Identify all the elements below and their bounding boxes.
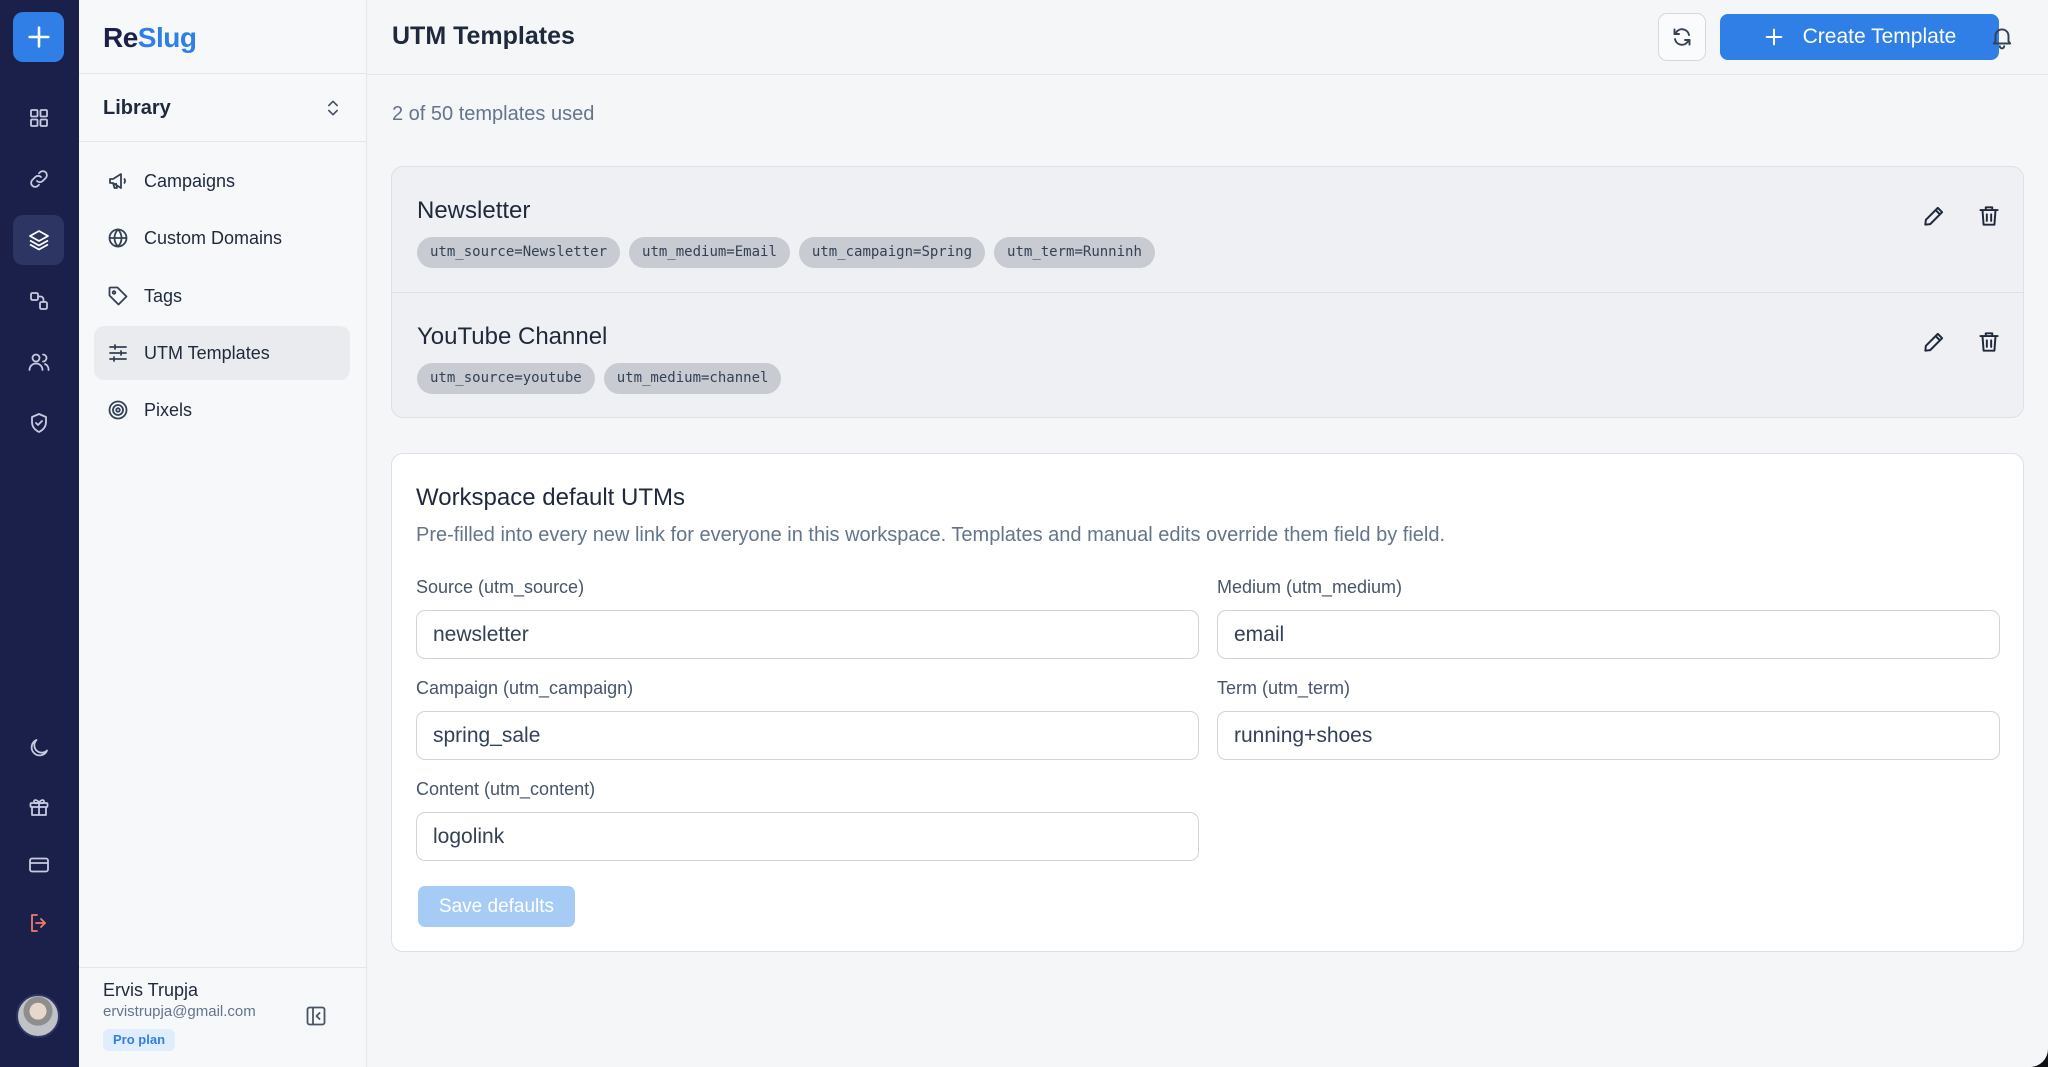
page-title: UTM Templates	[392, 22, 575, 50]
plus-icon	[27, 26, 50, 48]
utm-source-field[interactable]	[416, 610, 1199, 659]
divider	[79, 967, 367, 968]
pencil-icon	[1924, 206, 1944, 226]
template-usage-text: 2 of 50 templates used	[392, 103, 595, 125]
rail-logout-button[interactable]	[13, 898, 64, 948]
library-sidebar: ReSlug Library Campaigns Custom Domains …	[79, 0, 367, 1067]
sidebar-item-custom-domains[interactable]: Custom Domains	[94, 211, 350, 265]
divider	[79, 141, 367, 142]
pencil-icon	[1924, 332, 1944, 352]
new-link-button[interactable]	[13, 12, 64, 62]
sidebar-item-label: Pixels	[144, 399, 193, 420]
moon-icon	[30, 739, 48, 757]
utm-param-chip: utm_source=Newsletter	[417, 237, 621, 268]
avatar[interactable]	[16, 994, 60, 1038]
rail-library-button[interactable]	[13, 215, 64, 265]
sliders-icon	[109, 344, 127, 362]
source-field-label: Source (utm_source)	[416, 577, 585, 597]
utm-param-list: utm_source=Newsletter utm_medium=Email u…	[417, 237, 1155, 268]
template-name: Newsletter	[417, 197, 531, 224]
logout-icon	[30, 914, 46, 932]
content-field-label: Content (utm_content)	[416, 779, 596, 799]
section-description: Pre-filled into every new link for every…	[416, 524, 1446, 546]
sidebar-item-label: UTM Templates	[144, 342, 270, 363]
refresh-button[interactable]	[1658, 13, 1706, 61]
rail-team-button[interactable]	[13, 337, 64, 387]
trash-icon	[1979, 206, 1999, 226]
library-switcher-label: Library	[103, 96, 171, 119]
sidebar-item-label: Campaigns	[144, 170, 236, 191]
sidebar-item-campaigns[interactable]: Campaigns	[94, 154, 350, 208]
chevron-up-down-icon	[328, 100, 338, 116]
brand-part-re: Re	[103, 22, 138, 53]
rail-dashboard-button[interactable]	[13, 93, 64, 143]
bell-icon[interactable]	[1989, 24, 2015, 50]
utm-term-field[interactable]	[1217, 711, 2000, 760]
rail-links-button[interactable]	[13, 154, 64, 204]
plan-badge: Pro plan	[103, 1029, 176, 1051]
divider	[79, 73, 367, 74]
term-field-label: Term (utm_term)	[1217, 678, 1351, 698]
tag-icon	[108, 286, 128, 306]
library-switcher[interactable]: Library	[103, 88, 343, 128]
plus-icon	[1765, 28, 1782, 46]
utm-param-list: utm_source=youtube utm_medium=channel	[417, 363, 782, 394]
utm-param-chip: utm_campaign=Spring	[798, 237, 986, 268]
rail-integrations-button[interactable]	[13, 276, 64, 326]
shield-icon	[30, 413, 47, 433]
campaign-field-label: Campaign (utm_campaign)	[416, 678, 634, 698]
link-icon	[29, 170, 48, 188]
utm-param-chip: utm_term=Runninh	[994, 237, 1155, 268]
app-rail	[0, 0, 79, 1067]
user-name: Ervis Trupja	[103, 980, 199, 1000]
rail-gift-button[interactable]	[13, 782, 64, 832]
megaphone-icon	[109, 173, 126, 189]
medium-field-label: Medium (utm_medium)	[1217, 577, 1403, 597]
users-icon	[28, 353, 49, 371]
page-header: UTM Templates Create Template	[367, 0, 2048, 75]
section-title: Workspace default UTMs	[416, 484, 685, 511]
sidebar-item-utm-templates[interactable]: UTM Templates	[94, 326, 350, 380]
main-content: UTM Templates Create Template 2 of 50 te…	[367, 0, 2048, 1067]
delete-template-button[interactable]	[1975, 202, 2003, 230]
create-template-label: Create Template	[1802, 25, 1957, 48]
sidebar-item-tags[interactable]: Tags	[94, 269, 350, 323]
dashboard-icon	[29, 109, 48, 127]
gift-icon	[29, 799, 48, 816]
edit-template-button[interactable]	[1920, 202, 1948, 230]
utm-param-chip: utm_medium=channel	[603, 363, 782, 394]
sidebar-item-label: Custom Domains	[144, 227, 283, 248]
target-icon	[108, 400, 128, 420]
credit-card-icon	[28, 857, 49, 873]
globe-icon	[108, 228, 128, 248]
sidebar-item-label: Tags	[144, 285, 183, 306]
utm-param-chip: utm_medium=Email	[629, 237, 790, 268]
rail-billing-button[interactable]	[13, 840, 64, 890]
template-name: YouTube Channel	[417, 323, 608, 350]
user-email: ervistrupja@gmail.com	[103, 1003, 256, 1020]
workspace-defaults-card: Workspace default UTMs Pre-filled into e…	[391, 453, 2024, 952]
rail-security-button[interactable]	[13, 398, 64, 448]
sidebar-item-pixels[interactable]: Pixels	[94, 383, 350, 437]
delete-template-button[interactable]	[1975, 328, 2003, 356]
template-row[interactable]: Newsletter utm_source=Newsletter utm_med…	[392, 167, 2023, 292]
utm-medium-field[interactable]	[1217, 610, 2000, 659]
integrations-icon	[29, 292, 48, 310]
utm-param-chip: utm_source=youtube	[417, 363, 595, 394]
refresh-icon	[1673, 28, 1691, 46]
edit-template-button[interactable]	[1920, 328, 1948, 356]
layers-icon	[28, 230, 49, 251]
template-list: Newsletter utm_source=Newsletter utm_med…	[391, 166, 2024, 418]
rail-theme-button[interactable]	[13, 723, 64, 773]
brand-part-slug: Slug	[137, 22, 197, 53]
template-row[interactable]: YouTube Channel utm_source=youtube utm_m…	[392, 292, 2023, 417]
utm-campaign-field[interactable]	[416, 711, 1199, 760]
save-defaults-button[interactable]: Save defaults	[418, 886, 575, 927]
collapse-sidebar-icon[interactable]	[304, 1004, 328, 1028]
create-template-button[interactable]: Create Template	[1720, 14, 1999, 60]
utm-content-field[interactable]	[416, 812, 1199, 861]
brand-logo[interactable]: ReSlug	[103, 22, 197, 54]
trash-icon	[1979, 332, 1999, 352]
